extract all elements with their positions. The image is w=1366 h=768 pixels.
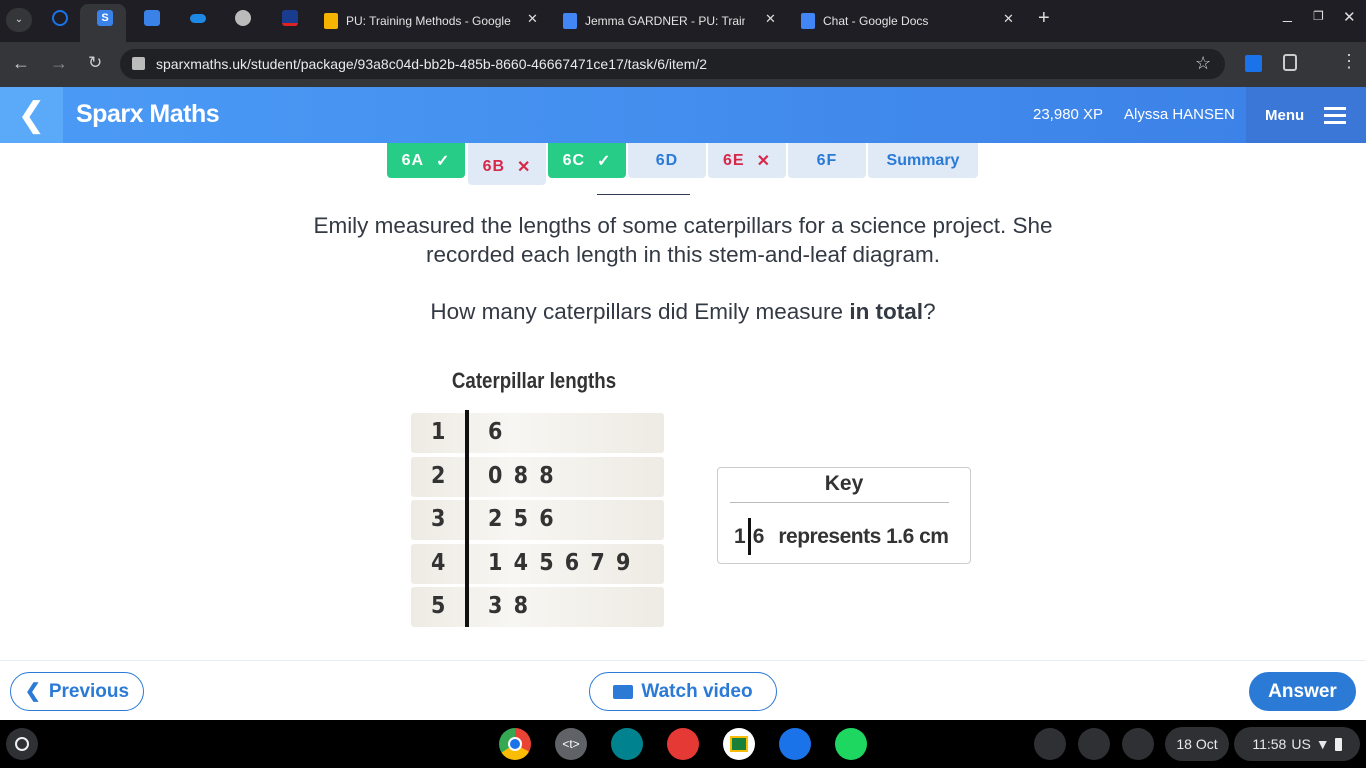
tab-search-button[interactable]: ⌄ bbox=[6, 8, 32, 32]
leaves: 1 4 5 6 7 9 bbox=[488, 550, 634, 576]
close-tab-icon[interactable]: ✕ bbox=[527, 11, 538, 27]
sparx-header: ❮ Sparx Maths 23,980 XP Alyssa HANSEN Me… bbox=[0, 87, 1366, 143]
answer-button[interactable]: Answer bbox=[1249, 672, 1356, 711]
status-tray[interactable]: 11:58 US ▼ bbox=[1234, 727, 1360, 761]
back-chevron-button[interactable]: ❮ bbox=[0, 87, 63, 143]
restore-button[interactable]: ❐ bbox=[1313, 9, 1324, 23]
key-bar bbox=[747, 518, 751, 555]
tab-6d[interactable]: 6D bbox=[628, 143, 706, 178]
close-tab-icon[interactable]: ✕ bbox=[1003, 11, 1014, 27]
browser-tab-strip: ⌄ S PU: Training Methods - Google ✕ Jemm… bbox=[0, 0, 1366, 42]
leaves: 2 5 6 bbox=[488, 506, 557, 532]
paint-app-icon[interactable] bbox=[667, 728, 699, 760]
tab-6f[interactable]: 6F bbox=[788, 143, 866, 178]
back-arrow-icon[interactable]: ← bbox=[12, 53, 30, 74]
forward-arrow-icon[interactable]: → bbox=[50, 53, 68, 74]
docs-icon bbox=[801, 13, 815, 29]
video-camera-icon bbox=[613, 684, 634, 699]
bookmark-star-icon[interactable]: ☆ bbox=[1195, 53, 1211, 74]
stem: 4 bbox=[431, 550, 446, 576]
stem: 3 bbox=[431, 506, 446, 532]
user-name[interactable]: Alyssa HANSEN bbox=[1124, 106, 1235, 123]
diagram-key: Key 1 6 represents 1.6 cm bbox=[717, 467, 971, 564]
stem: 1 bbox=[431, 419, 446, 445]
screenshot-icon[interactable] bbox=[1034, 728, 1066, 760]
tab-chat-google-docs[interactable]: Chat - Google Docs bbox=[801, 8, 991, 34]
onedrive-tab-icon[interactable] bbox=[190, 14, 206, 23]
leaves: 6 bbox=[488, 419, 506, 445]
stem-leaf-row: 2 0 8 8 bbox=[411, 457, 664, 497]
menu-button[interactable]: Menu bbox=[1246, 87, 1366, 143]
slides-icon bbox=[324, 13, 338, 29]
footer-divider bbox=[0, 660, 1366, 661]
close-window-button[interactable]: ✕ bbox=[1343, 8, 1356, 26]
wifi-icon: ▼ bbox=[1315, 736, 1330, 752]
code-editor-icon[interactable]: <t> bbox=[555, 728, 587, 760]
key-title: Key bbox=[824, 472, 864, 495]
minimize-button[interactable]: _ bbox=[1283, 6, 1292, 24]
tab-jemma-gardner[interactable]: Jemma GARDNER - PU: Training bbox=[563, 8, 758, 34]
tab-6c[interactable]: 6C ✓ bbox=[548, 143, 626, 178]
url-input[interactable]: sparxmaths.uk/student/package/93a8c04d-b… bbox=[120, 49, 1225, 79]
key-divider bbox=[730, 502, 949, 503]
globe-tab-icon[interactable] bbox=[235, 10, 251, 26]
diagram-title: Caterpillar lengths bbox=[451, 368, 617, 393]
stem-leaf-row: 16 bbox=[411, 413, 664, 453]
stem-leaf-row: 5 3 8 bbox=[411, 587, 664, 627]
launcher-icon[interactable] bbox=[6, 728, 38, 760]
key-example: 1 6 represents 1.6 cm bbox=[734, 518, 949, 555]
stem-divider bbox=[465, 410, 469, 627]
tab-summary[interactable]: Summary bbox=[868, 143, 978, 178]
stem: 2 bbox=[431, 463, 446, 489]
tab-6e[interactable]: 6E ✕ bbox=[708, 143, 786, 178]
tab-training-methods[interactable]: PU: Training Methods - Google bbox=[324, 8, 544, 34]
date-display[interactable]: 18 Oct bbox=[1165, 727, 1229, 761]
previous-button[interactable]: ❮ Previous bbox=[10, 672, 144, 711]
flag-tab-icon[interactable] bbox=[282, 10, 298, 26]
chrome-icon[interactable] bbox=[499, 728, 531, 760]
cross-icon: ✕ bbox=[517, 159, 532, 176]
timer-tab-icon[interactable] bbox=[52, 10, 68, 26]
tab-6a[interactable]: 6A ✓ bbox=[387, 143, 465, 178]
pen-icon[interactable] bbox=[1078, 728, 1110, 760]
spotify-icon[interactable] bbox=[835, 728, 867, 760]
browser-menu-icon[interactable]: ⋮ bbox=[1340, 51, 1358, 72]
xp-count: 23,980 XP bbox=[1033, 106, 1104, 123]
close-tab-icon[interactable]: ✕ bbox=[765, 11, 776, 27]
battery-icon bbox=[1334, 737, 1342, 751]
question-line-2: recorded each length in this stem-and-le… bbox=[425, 242, 941, 267]
leaves: 0 8 8 bbox=[488, 463, 557, 489]
question-prompt: How many caterpillars did Emily measure … bbox=[430, 299, 936, 324]
reload-icon[interactable]: ↻ bbox=[88, 53, 102, 73]
chevron-left-icon: ❮ bbox=[24, 681, 41, 702]
divider bbox=[597, 194, 690, 195]
extension-icon[interactable] bbox=[1245, 55, 1262, 72]
classroom-tab-icon[interactable] bbox=[144, 10, 160, 26]
sparx-tab-icon[interactable]: S bbox=[97, 10, 113, 26]
media-controls-icon[interactable] bbox=[1122, 728, 1154, 760]
hamburger-icon bbox=[1324, 106, 1347, 124]
watch-video-button[interactable]: Watch video bbox=[589, 672, 777, 711]
question-line-1: Emily measured the lengths of some cater… bbox=[313, 213, 1053, 238]
stem-leaf-row: 4 1 4 5 6 7 9 bbox=[411, 544, 664, 584]
check-icon: ✓ bbox=[436, 152, 451, 170]
stem-leaf-row: 3 2 5 6 bbox=[411, 500, 664, 540]
check-icon: ✓ bbox=[597, 152, 612, 170]
docs-icon bbox=[563, 13, 577, 29]
site-info-icon[interactable] bbox=[132, 57, 145, 70]
new-tab-button[interactable]: + bbox=[1038, 7, 1050, 30]
classroom-app-icon[interactable] bbox=[611, 728, 643, 760]
tab-6b[interactable]: 6B ✕ bbox=[468, 143, 546, 185]
leaves: 3 8 bbox=[488, 593, 531, 619]
extensions-puzzle-icon[interactable] bbox=[1283, 54, 1297, 71]
google-classroom-icon[interactable] bbox=[723, 728, 755, 760]
brand-logo: Sparx Maths bbox=[76, 100, 220, 128]
stem: 5 bbox=[431, 593, 446, 619]
cross-icon: ✕ bbox=[756, 152, 771, 170]
camera-app-icon[interactable] bbox=[779, 728, 811, 760]
